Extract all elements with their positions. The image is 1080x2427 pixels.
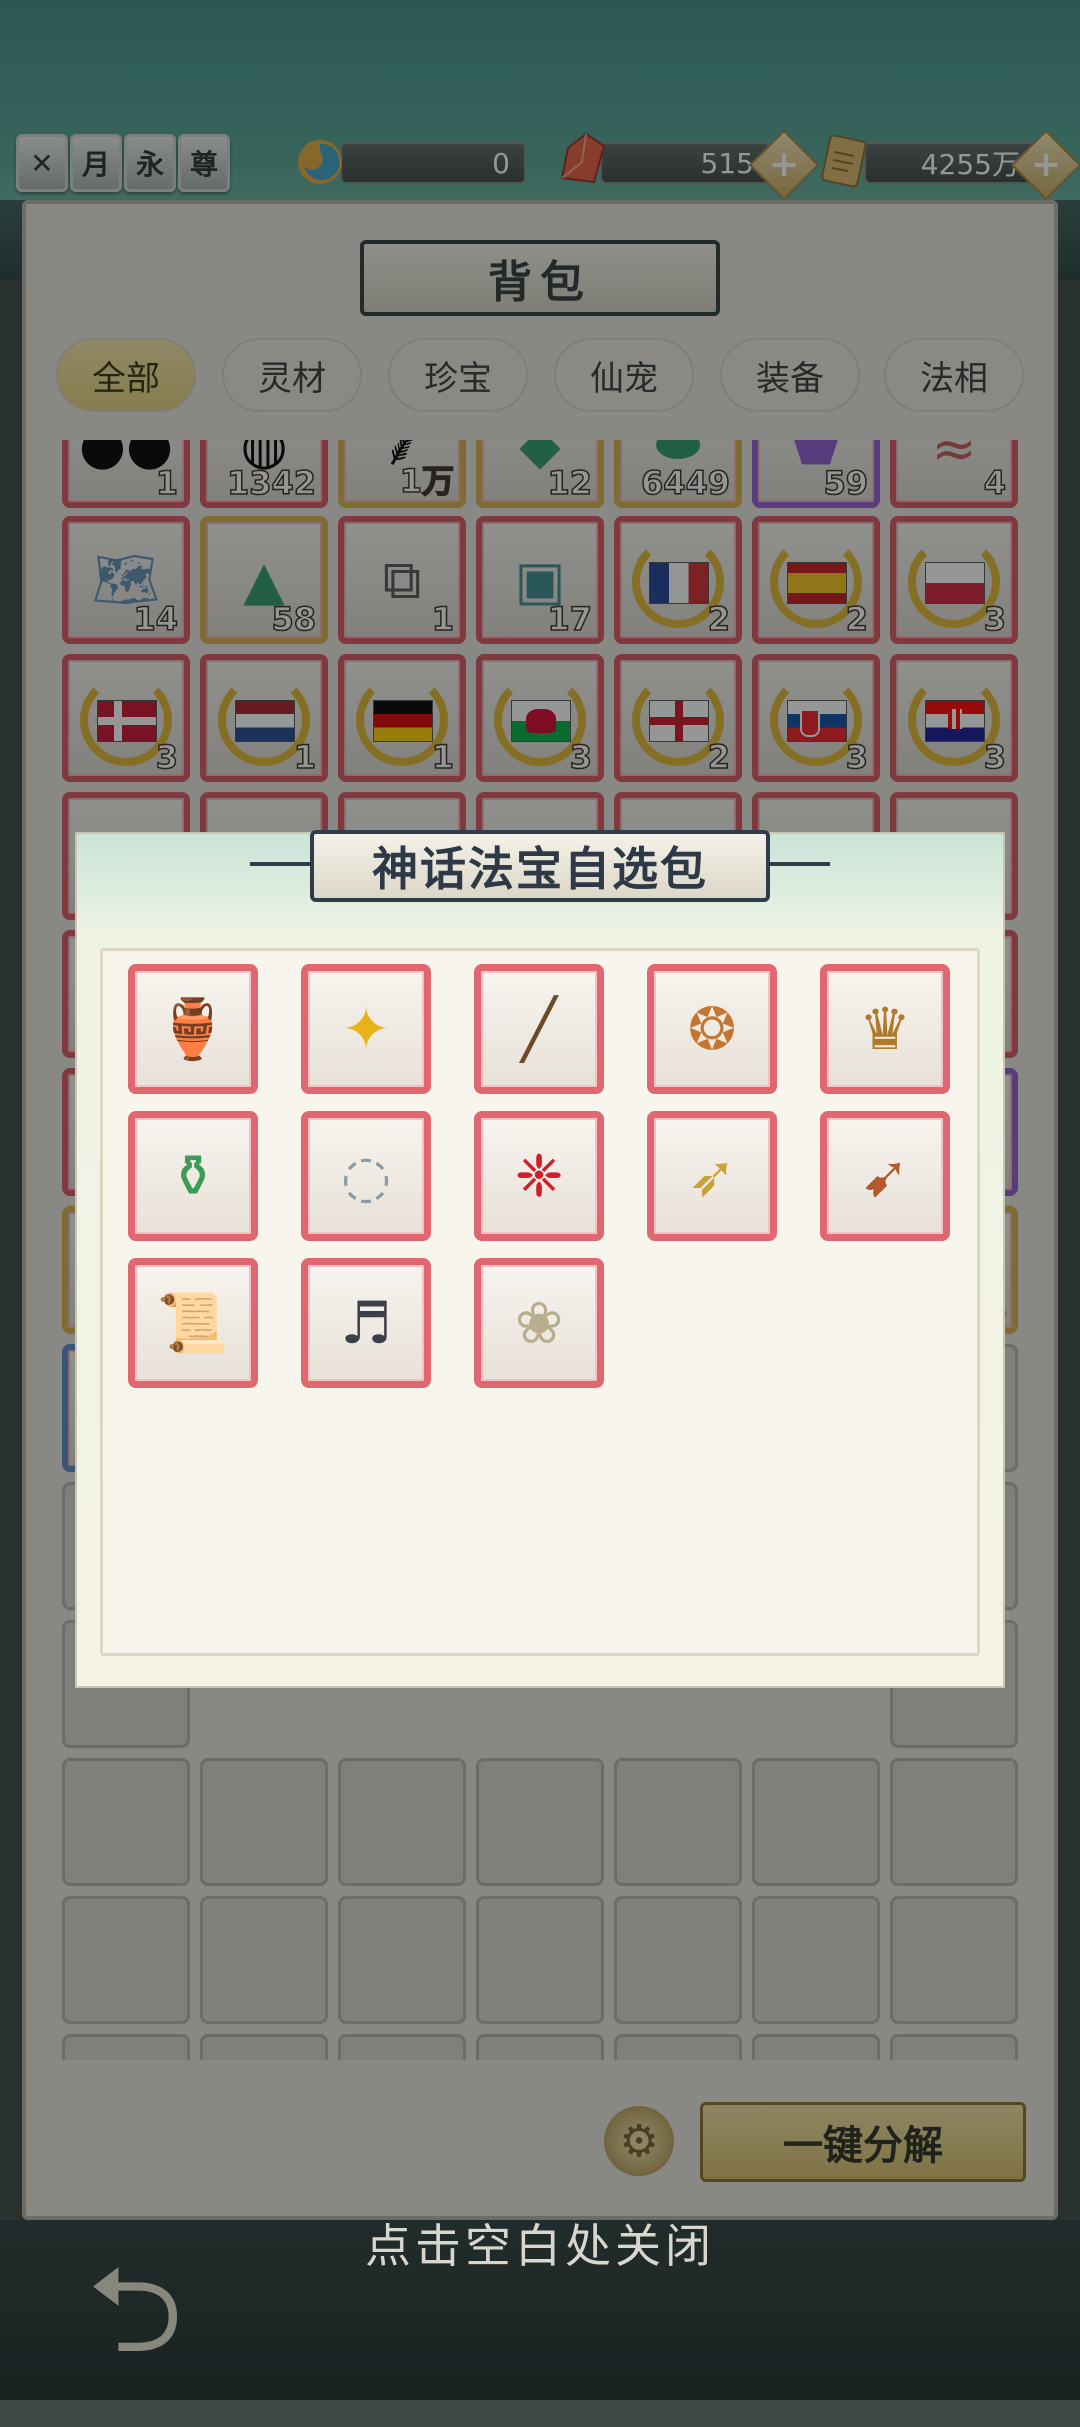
hairpin-icon: ╱ [521,995,557,1063]
scroll-bundle-icon: 📜 [156,1288,230,1357]
title-ornament-right [770,862,830,866]
jade-pendant-icon: ❀ [514,1289,564,1357]
gold-nugget-icon: ✦ [341,995,391,1063]
reward-option-bow-arrow[interactable]: ➹ [820,1111,950,1241]
reward-option-golden-crown[interactable]: ♛ [820,964,950,1094]
reward-option-scroll-bundle[interactable]: 📜 [128,1258,258,1388]
chinese-knot-icon: ❈ [514,1142,564,1210]
reward-option-guqin[interactable]: ♬ [301,1258,431,1388]
green-gourd-icon: ⚱ [168,1142,218,1210]
coin-cluster-icon: ❂ [687,995,737,1063]
reward-option-silver-bracelet[interactable]: ◌ [301,1111,431,1241]
close-hint-text: 点击空白处关闭 [365,2219,715,2273]
golden-crown-icon: ♛ [859,995,911,1063]
reward-option-winged-boot[interactable]: ➶ [647,1111,777,1241]
white-vase-icon: 🏺 [156,994,230,1063]
winged-boot-icon: ➶ [687,1142,737,1210]
bow-arrow-icon: ➹ [860,1142,910,1210]
title-ornament-left [250,862,310,866]
reward-option-chinese-knot[interactable]: ❈ [474,1111,604,1241]
reward-option-hairpin[interactable]: ╱ [474,964,604,1094]
silver-bracelet-icon: ◌ [340,1142,392,1210]
reward-option-gold-nugget[interactable]: ✦ [301,964,431,1094]
reward-option-green-gourd[interactable]: ⚱ [128,1111,258,1241]
reward-option-jade-pendant[interactable]: ❀ [474,1258,604,1388]
popup-title: 神话法宝自选包 [310,830,770,902]
reward-option-white-vase[interactable]: 🏺 [128,964,258,1094]
reward-option-coin-cluster[interactable]: ❂ [647,964,777,1094]
guqin-icon: ♬ [340,1289,392,1357]
